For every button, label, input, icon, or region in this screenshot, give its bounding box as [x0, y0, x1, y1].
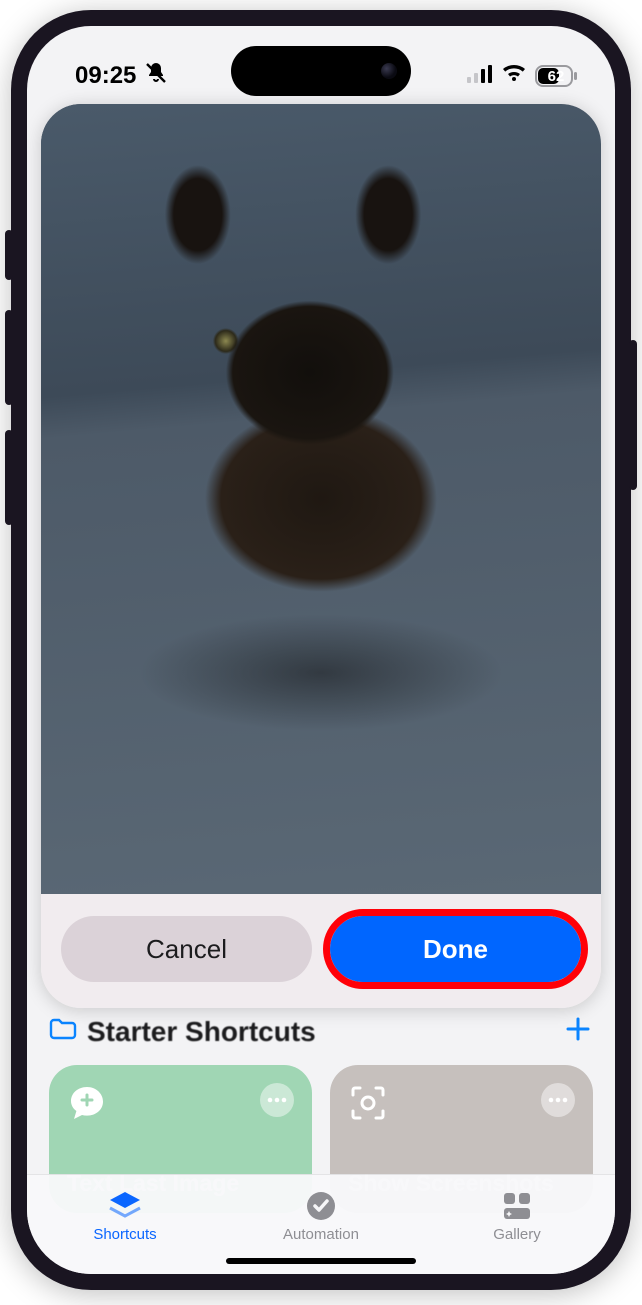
status-bar-right: 62 — [467, 62, 577, 90]
section-header: Starter Shortcuts — [27, 1014, 615, 1059]
card-more-button[interactable] — [260, 1083, 294, 1117]
sparkle-grid-icon — [501, 1189, 533, 1223]
battery-icon: 62 — [535, 65, 577, 87]
tab-shortcuts[interactable]: Shortcuts — [27, 1175, 223, 1256]
tab-label: Automation — [283, 1226, 359, 1243]
screen: 09:25 62 Cancel — [27, 26, 615, 1274]
cellular-signal-icon — [467, 62, 493, 90]
card-more-button[interactable] — [541, 1083, 575, 1117]
tab-automation[interactable]: Automation — [223, 1175, 419, 1256]
photo-preview-sheet: Cancel Done — [41, 104, 601, 1008]
silent-mode-icon — [144, 61, 168, 92]
dynamic-island — [231, 46, 411, 96]
done-button-wrap: Done — [330, 916, 581, 982]
tab-gallery[interactable]: Gallery — [419, 1175, 615, 1256]
side-button-power — [629, 340, 637, 490]
tab-label: Shortcuts — [93, 1226, 156, 1243]
wifi-icon — [501, 62, 527, 90]
side-button-silent — [5, 230, 13, 280]
status-time: 09:25 — [75, 62, 136, 90]
cancel-button[interactable]: Cancel — [61, 916, 312, 982]
side-button-volume-down — [5, 430, 13, 525]
battery-percent: 62 — [540, 68, 572, 85]
clock-check-icon — [305, 1189, 337, 1223]
add-shortcut-button[interactable] — [563, 1014, 593, 1049]
done-button[interactable]: Done — [330, 916, 581, 982]
viewfinder-camera-icon — [348, 1083, 388, 1123]
side-button-volume-up — [5, 310, 13, 405]
folder-icon — [49, 1017, 77, 1046]
chat-plus-icon — [67, 1083, 107, 1123]
preview-button-row: Cancel Done — [41, 894, 601, 1008]
status-bar-left: 09:25 — [75, 61, 168, 92]
home-indicator[interactable] — [226, 1258, 416, 1264]
phone-frame: 09:25 62 Cancel — [11, 10, 631, 1290]
preview-photo[interactable] — [41, 104, 601, 894]
layers-icon — [107, 1189, 143, 1223]
front-camera — [381, 63, 397, 79]
tab-label: Gallery — [493, 1226, 541, 1243]
section-header-left[interactable]: Starter Shortcuts — [49, 1016, 316, 1048]
section-title: Starter Shortcuts — [87, 1016, 316, 1048]
